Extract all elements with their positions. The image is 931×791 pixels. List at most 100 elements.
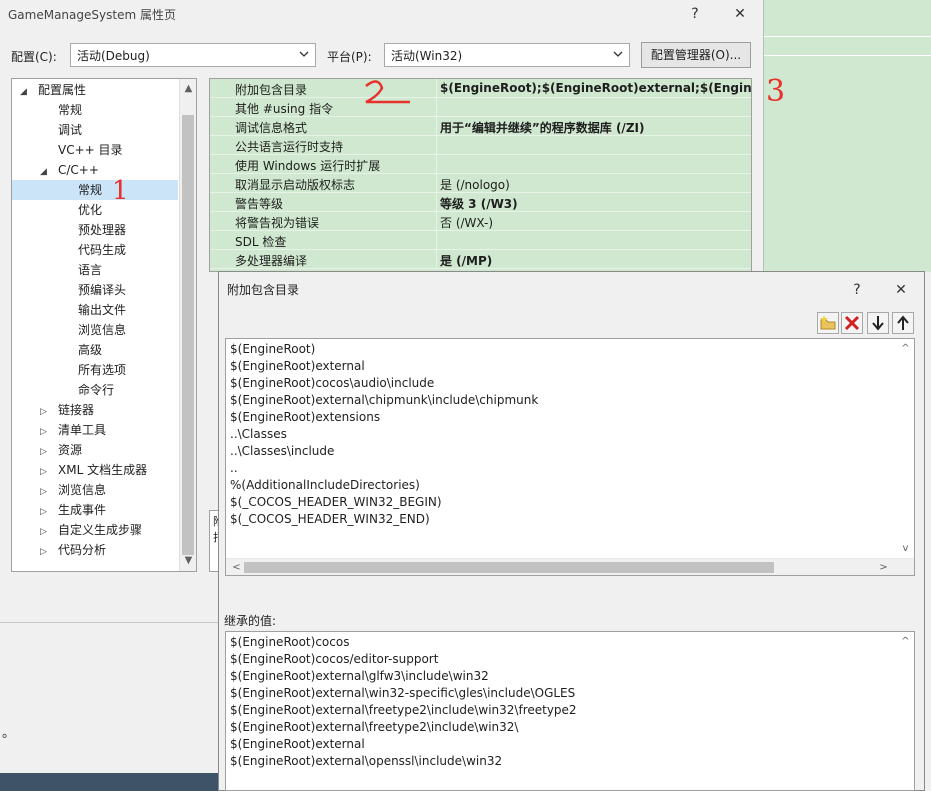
tree-item-label: C/C++: [58, 163, 99, 177]
property-row[interactable]: 使用 Windows 运行时扩展: [210, 155, 751, 174]
inherited-values-label: 继承的值:: [224, 614, 277, 628]
property-tree[interactable]: ◢ 配置属性 常规 调试 VC++ 目录 ◢ C/C++ 常规 优化 预处理器 代码生成 语言 预编译头…: [11, 78, 197, 572]
include-dir-line[interactable]: $(EngineRoot)external: [230, 359, 365, 373]
expander-icon[interactable]: ▷: [40, 482, 50, 502]
tree-item[interactable]: ▷ 浏览信息: [12, 480, 180, 500]
editor-horizontal-scrollbar[interactable]: < >: [226, 558, 914, 575]
tree-item[interactable]: VC++ 目录: [12, 140, 180, 160]
tree-item[interactable]: 预处理器: [12, 220, 180, 240]
close-button[interactable]: ✕: [729, 4, 751, 24]
include-dir-line[interactable]: $(EngineRoot)external\chipmunk\include\c…: [230, 393, 538, 407]
property-value[interactable]: [436, 155, 751, 174]
scroll-right-icon[interactable]: >: [875, 560, 892, 575]
scroll-thumb[interactable]: [244, 562, 774, 573]
expander-icon[interactable]: ▷: [40, 402, 50, 422]
scroll-left-icon[interactable]: <: [228, 560, 245, 575]
inherited-values-list[interactable]: $(EngineRoot)cocos $(EngineRoot)cocos/edi…: [225, 631, 915, 791]
config-manager-button[interactable]: 配置管理器(O)...: [641, 42, 751, 68]
include-dir-line[interactable]: ..\Classes\include: [230, 444, 334, 458]
include-dir-line[interactable]: ..\Classes: [230, 427, 287, 441]
property-value[interactable]: [436, 98, 751, 117]
help-button[interactable]: ?: [684, 4, 706, 24]
property-row[interactable]: 附加包含目录 $(EngineRoot);$(EngineRoot)externa…: [210, 79, 751, 98]
editor-vertical-scrollbar[interactable]: ^ v: [897, 339, 914, 559]
tree-scrollbar[interactable]: ▲ ▼: [179, 79, 196, 571]
tree-item[interactable]: 浏览信息: [12, 320, 180, 340]
property-value[interactable]: [436, 136, 751, 155]
tree-item[interactable]: 命令行: [12, 380, 180, 400]
property-row[interactable]: SDL 检查: [210, 231, 751, 250]
delete-icon[interactable]: [841, 312, 863, 334]
inherited-dir-line: $(EngineRoot)external\win32-specific\gle…: [230, 686, 576, 700]
include-dir-line[interactable]: $(_COCOS_HEADER_WIN32_BEGIN): [230, 495, 442, 509]
scroll-down-icon[interactable]: v: [897, 541, 914, 557]
property-grid[interactable]: 附加包含目录 $(EngineRoot);$(EngineRoot)externa…: [209, 78, 752, 272]
dialog-close-button[interactable]: ✕: [890, 280, 912, 300]
property-value[interactable]: [436, 231, 751, 250]
tree-item[interactable]: ▷ 链接器: [12, 400, 180, 420]
tree-item[interactable]: ▷ 资源: [12, 440, 180, 460]
inherited-dir-line: $(EngineRoot)cocos: [230, 635, 350, 649]
expander-icon[interactable]: ◢: [20, 82, 30, 102]
expander-icon[interactable]: ▷: [40, 422, 50, 442]
tree-item[interactable]: 语言: [12, 260, 180, 280]
new-line-icon[interactable]: [817, 312, 839, 334]
property-row[interactable]: 取消显示启动版权标志 是 (/nologo): [210, 174, 751, 193]
tree-item[interactable]: 输出文件: [12, 300, 180, 320]
scroll-down-icon[interactable]: ▼: [180, 553, 196, 569]
property-value[interactable]: 否 (/WX-): [436, 212, 751, 231]
tree-item-label: 配置属性: [38, 83, 87, 97]
tree-item[interactable]: ▷ XML 文档生成器: [12, 460, 180, 480]
tree-item[interactable]: ◢ 配置属性: [12, 80, 180, 100]
property-row[interactable]: 多处理器编译 是 (/MP): [210, 250, 751, 269]
move-up-icon[interactable]: [892, 312, 914, 334]
property-value[interactable]: 用于“编辑并继续”的程序数据库 (/ZI): [436, 117, 751, 136]
property-row[interactable]: 其他 #using 指令: [210, 98, 751, 117]
expander-icon[interactable]: ▷: [40, 442, 50, 462]
property-row[interactable]: 警告等级 等级 3 (/W3): [210, 193, 751, 212]
move-down-icon[interactable]: [867, 312, 889, 334]
include-dir-line[interactable]: $(EngineRoot)cocos\audio\include: [230, 376, 434, 390]
include-dir-line[interactable]: ..: [230, 461, 238, 475]
property-value[interactable]: 等级 3 (/W3): [436, 193, 751, 212]
tree-item[interactable]: ◢ C/C++: [12, 160, 180, 180]
tree-item[interactable]: 高级: [12, 340, 180, 360]
tree-item[interactable]: 预编译头: [12, 280, 180, 300]
tree-item[interactable]: 调试: [12, 120, 180, 140]
tree-item[interactable]: ▷ 代码分析: [12, 540, 180, 560]
include-dir-line[interactable]: %(AdditionalIncludeDirectories): [230, 478, 420, 492]
tree-item-label: 常规: [78, 183, 103, 197]
include-dir-line[interactable]: $(EngineRoot): [230, 342, 315, 356]
scroll-up-icon[interactable]: ^: [897, 341, 914, 357]
property-row[interactable]: 调试信息格式 用于“编辑并继续”的程序数据库 (/ZI): [210, 117, 751, 136]
property-value[interactable]: 是 (/nologo): [436, 174, 751, 193]
expander-icon[interactable]: ▷: [40, 462, 50, 482]
property-name: 使用 Windows 运行时扩展: [235, 159, 381, 173]
expander-icon[interactable]: ▷: [40, 522, 50, 542]
tree-item[interactable]: 常规: [12, 180, 178, 200]
platform-select[interactable]: 活动(Win32): [384, 43, 630, 67]
tree-item[interactable]: 所有选项: [12, 360, 180, 380]
property-row[interactable]: 公共语言运行时支持: [210, 136, 751, 155]
tree-item[interactable]: 优化: [12, 200, 180, 220]
property-value[interactable]: 是 (/MP): [436, 250, 751, 269]
property-row[interactable]: 将警告视为错误 否 (/WX-): [210, 212, 751, 231]
tree-item[interactable]: ▷ 生成事件: [12, 500, 180, 520]
scroll-thumb[interactable]: [182, 115, 194, 555]
property-value[interactable]: $(EngineRoot);$(EngineRoot)external;$(En…: [436, 79, 751, 98]
include-dir-line[interactable]: $(EngineRoot)extensions: [230, 410, 380, 424]
dialog-help-button[interactable]: ?: [846, 280, 868, 300]
expander-icon[interactable]: ◢: [40, 162, 50, 182]
inherited-dir-line: $(EngineRoot)external\freetype2\include\…: [230, 720, 519, 734]
tree-item[interactable]: 常规: [12, 100, 180, 120]
include-dirs-editor[interactable]: $(EngineRoot) $(EngineRoot)external $(Engi…: [225, 338, 915, 576]
expander-icon[interactable]: ▷: [40, 502, 50, 522]
scroll-up-icon[interactable]: ^: [897, 634, 914, 650]
tree-item[interactable]: ▷ 清单工具: [12, 420, 180, 440]
scroll-up-icon[interactable]: ▲: [180, 81, 196, 97]
tree-item[interactable]: 代码生成: [12, 240, 180, 260]
tree-item[interactable]: ▷ 自定义生成步骤: [12, 520, 180, 540]
expander-icon[interactable]: ▷: [40, 542, 50, 562]
config-select[interactable]: 活动(Debug): [70, 43, 316, 67]
include-dir-line[interactable]: $(_COCOS_HEADER_WIN32_END): [230, 512, 430, 526]
